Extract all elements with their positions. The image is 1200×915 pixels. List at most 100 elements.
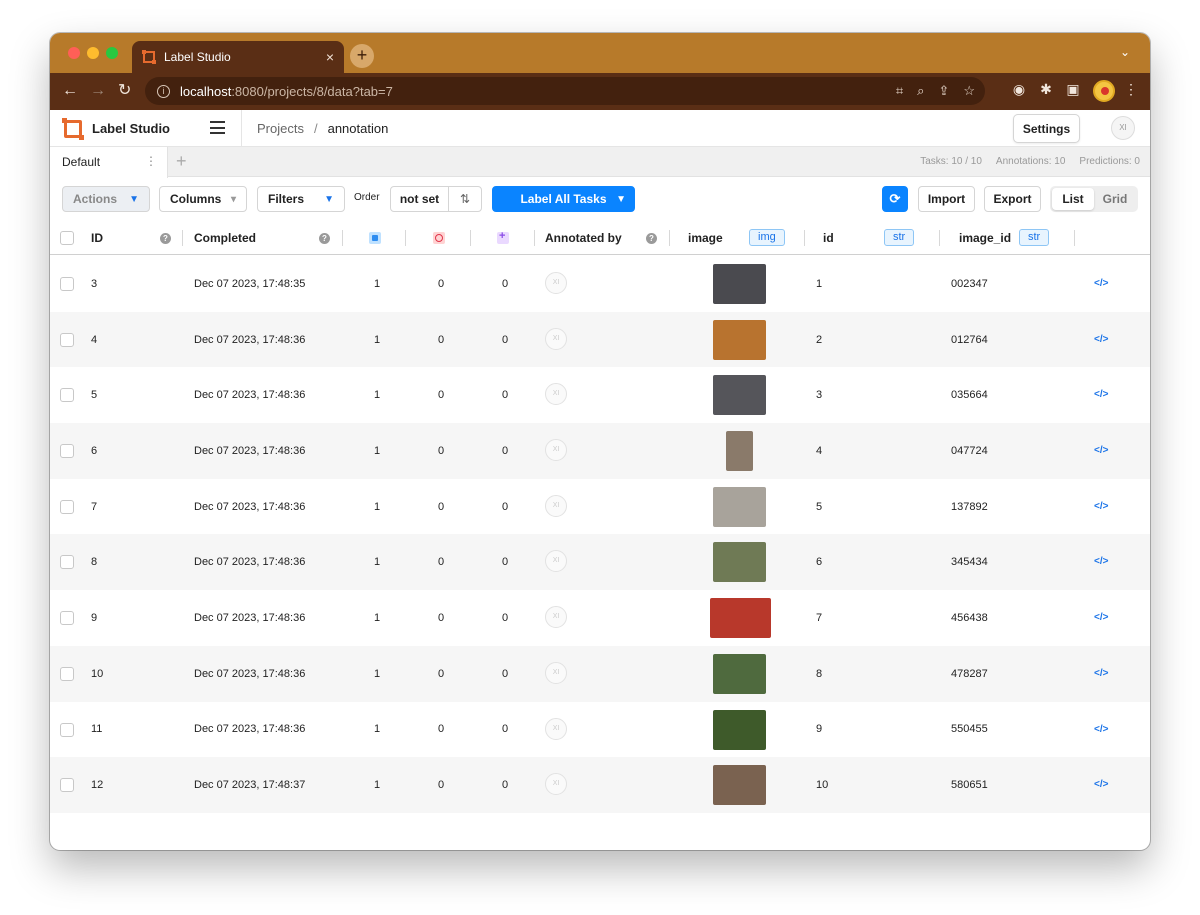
table-row[interactable]: 8 Dec 07 2023, 17:48:36 1 0 0 XI 6 345434 </>: [50, 534, 1150, 591]
column-header-annotated-by[interactable]: Annotated by: [545, 220, 622, 255]
annotator-avatar[interactable]: XI: [545, 327, 567, 350]
breadcrumb-current-project[interactable]: annotation: [328, 121, 389, 136]
reload-icon[interactable]: ↻: [118, 81, 131, 101]
row-checkbox[interactable]: [60, 778, 74, 793]
column-header-completed[interactable]: Completed: [194, 220, 256, 255]
row-checkbox[interactable]: [60, 388, 74, 403]
annotator-avatar[interactable]: XI: [545, 717, 567, 740]
refresh-icon[interactable]: ⟳: [882, 186, 908, 212]
side-panel-icon[interactable]: ▣: [1064, 81, 1082, 99]
annotator-avatar[interactable]: XI: [545, 272, 567, 294]
code-view-icon[interactable]: </>: [1094, 334, 1108, 345]
table-row[interactable]: 11 Dec 07 2023, 17:48:36 1 0 0 XI 9 550455 </>: [50, 702, 1150, 758]
import-button[interactable]: Import: [918, 186, 975, 212]
export-button[interactable]: Export: [984, 186, 1041, 212]
browser-tab[interactable]: Label Studio ×: [132, 41, 344, 73]
order-field-select[interactable]: not set: [391, 187, 449, 211]
row-checkbox[interactable]: [60, 722, 74, 737]
image-thumbnail[interactable]: [713, 486, 766, 527]
address-bar[interactable]: i localhost :8080/projects/8/data?tab=7 …: [145, 77, 985, 105]
image-thumbnail[interactable]: [713, 653, 766, 694]
help-icon[interactable]: ?: [646, 233, 657, 244]
code-view-icon[interactable]: </>: [1094, 389, 1108, 400]
table-row[interactable]: 9 Dec 07 2023, 17:48:36 1 0 0 XI 7 456438 </>: [50, 590, 1150, 646]
new-tab-button[interactable]: +: [350, 44, 374, 68]
table-row[interactable]: 5 Dec 07 2023, 17:48:36 1 0 0 XI 3 035664 </>: [50, 367, 1150, 423]
table-row[interactable]: 7 Dec 07 2023, 17:48:36 1 0 0 XI 5 137892 </>: [50, 479, 1150, 535]
code-view-icon[interactable]: </>: [1094, 779, 1108, 790]
site-info-icon[interactable]: i: [157, 84, 170, 98]
extension-shield-icon[interactable]: ◉: [1010, 81, 1028, 99]
row-checkbox[interactable]: [60, 611, 74, 626]
help-icon[interactable]: ?: [319, 233, 330, 244]
close-window-button[interactable]: [68, 47, 80, 59]
code-view-icon[interactable]: </>: [1094, 501, 1108, 512]
table-row[interactable]: 3 Dec 07 2023, 17:48:35 1 0 0 XI 1 002347 </>: [50, 256, 1150, 312]
table-row[interactable]: 12 Dec 07 2023, 17:48:37 1 0 0 XI 10 580651 </>: [50, 757, 1150, 813]
zoom-window-button[interactable]: [106, 47, 118, 59]
user-avatar[interactable]: XI: [1111, 116, 1135, 140]
image-thumbnail[interactable]: [726, 431, 753, 472]
row-checkbox[interactable]: [60, 555, 74, 570]
filters-dropdown[interactable]: Filters ▼: [257, 186, 345, 212]
image-thumbnail[interactable]: [713, 542, 766, 583]
column-header-id[interactable]: ID: [91, 220, 103, 255]
image-thumbnail[interactable]: [713, 765, 766, 806]
code-view-icon[interactable]: </>: [1094, 668, 1108, 679]
translate-icon[interactable]: ⌗: [896, 83, 903, 99]
code-view-icon[interactable]: </>: [1094, 278, 1108, 289]
actions-dropdown[interactable]: Actions ▼: [62, 186, 150, 212]
annotator-avatar[interactable]: XI: [545, 773, 567, 796]
tab-options-icon[interactable]: ⋮: [145, 154, 157, 168]
annotator-avatar[interactable]: XI: [545, 439, 567, 462]
annotator-avatar[interactable]: XI: [545, 494, 567, 517]
grid-view-button[interactable]: Grid: [1094, 188, 1136, 210]
tab-close-icon[interactable]: ×: [326, 49, 334, 65]
zoom-icon[interactable]: ⌕: [917, 83, 924, 99]
settings-button[interactable]: Settings: [1013, 114, 1080, 143]
share-icon[interactable]: ⇪: [938, 83, 949, 99]
column-header-data-id[interactable]: id: [823, 220, 834, 255]
back-arrow-icon[interactable]: ←: [62, 81, 78, 101]
select-all-checkbox[interactable]: [60, 231, 74, 245]
image-thumbnail[interactable]: [710, 598, 771, 639]
browser-profile-avatar[interactable]: [1093, 80, 1115, 102]
hamburger-menu-icon[interactable]: [210, 121, 225, 134]
minimize-window-button[interactable]: [87, 47, 99, 59]
app-brand[interactable]: Label Studio: [62, 110, 170, 147]
browser-menu-icon[interactable]: ⋮: [1122, 81, 1140, 99]
code-view-icon[interactable]: </>: [1094, 445, 1108, 456]
table-row[interactable]: 4 Dec 07 2023, 17:48:36 1 0 0 XI 2 012764 </>: [50, 311, 1150, 368]
row-checkbox[interactable]: [60, 444, 74, 459]
columns-dropdown[interactable]: Columns ▾: [159, 186, 247, 212]
annotator-avatar[interactable]: XI: [545, 606, 567, 629]
extensions-puzzle-icon[interactable]: ✱: [1037, 81, 1055, 99]
code-view-icon[interactable]: </>: [1094, 724, 1108, 735]
list-view-button[interactable]: List: [1052, 188, 1094, 210]
predictions-icon[interactable]: [497, 230, 509, 244]
table-row[interactable]: 6 Dec 07 2023, 17:48:36 1 0 0 XI 4 047724 </>: [50, 423, 1150, 479]
row-checkbox[interactable]: [60, 499, 74, 514]
chevron-down-icon[interactable]: ▼: [616, 194, 626, 205]
image-thumbnail[interactable]: [713, 709, 766, 750]
row-checkbox[interactable]: [60, 332, 74, 347]
code-view-icon[interactable]: </>: [1094, 556, 1108, 567]
annotator-avatar[interactable]: XI: [545, 383, 567, 406]
forward-arrow-icon[interactable]: →: [90, 81, 106, 101]
column-header-image[interactable]: image: [688, 220, 723, 255]
code-view-icon[interactable]: </>: [1094, 612, 1108, 623]
cancelled-annotations-icon[interactable]: [433, 232, 445, 244]
bookmark-star-icon[interactable]: ☆: [963, 83, 975, 99]
column-header-image-id[interactable]: image_id: [959, 220, 1011, 255]
row-checkbox[interactable]: [60, 277, 74, 291]
row-checkbox[interactable]: [60, 666, 74, 681]
label-all-tasks-button[interactable]: Label All Tasks ▼: [492, 186, 635, 212]
image-thumbnail[interactable]: [713, 264, 766, 304]
table-row[interactable]: 10 Dec 07 2023, 17:48:36 1 0 0 XI 8 478287 </>: [50, 645, 1150, 702]
annotator-avatar[interactable]: XI: [545, 550, 567, 573]
tab-default[interactable]: Default ⋮: [50, 147, 168, 178]
breadcrumb-projects-link[interactable]: Projects: [257, 121, 304, 136]
help-icon[interactable]: ?: [160, 233, 171, 244]
tab-search-chevron-icon[interactable]: ⌄: [1120, 45, 1130, 59]
total-annotations-icon[interactable]: [369, 232, 381, 244]
